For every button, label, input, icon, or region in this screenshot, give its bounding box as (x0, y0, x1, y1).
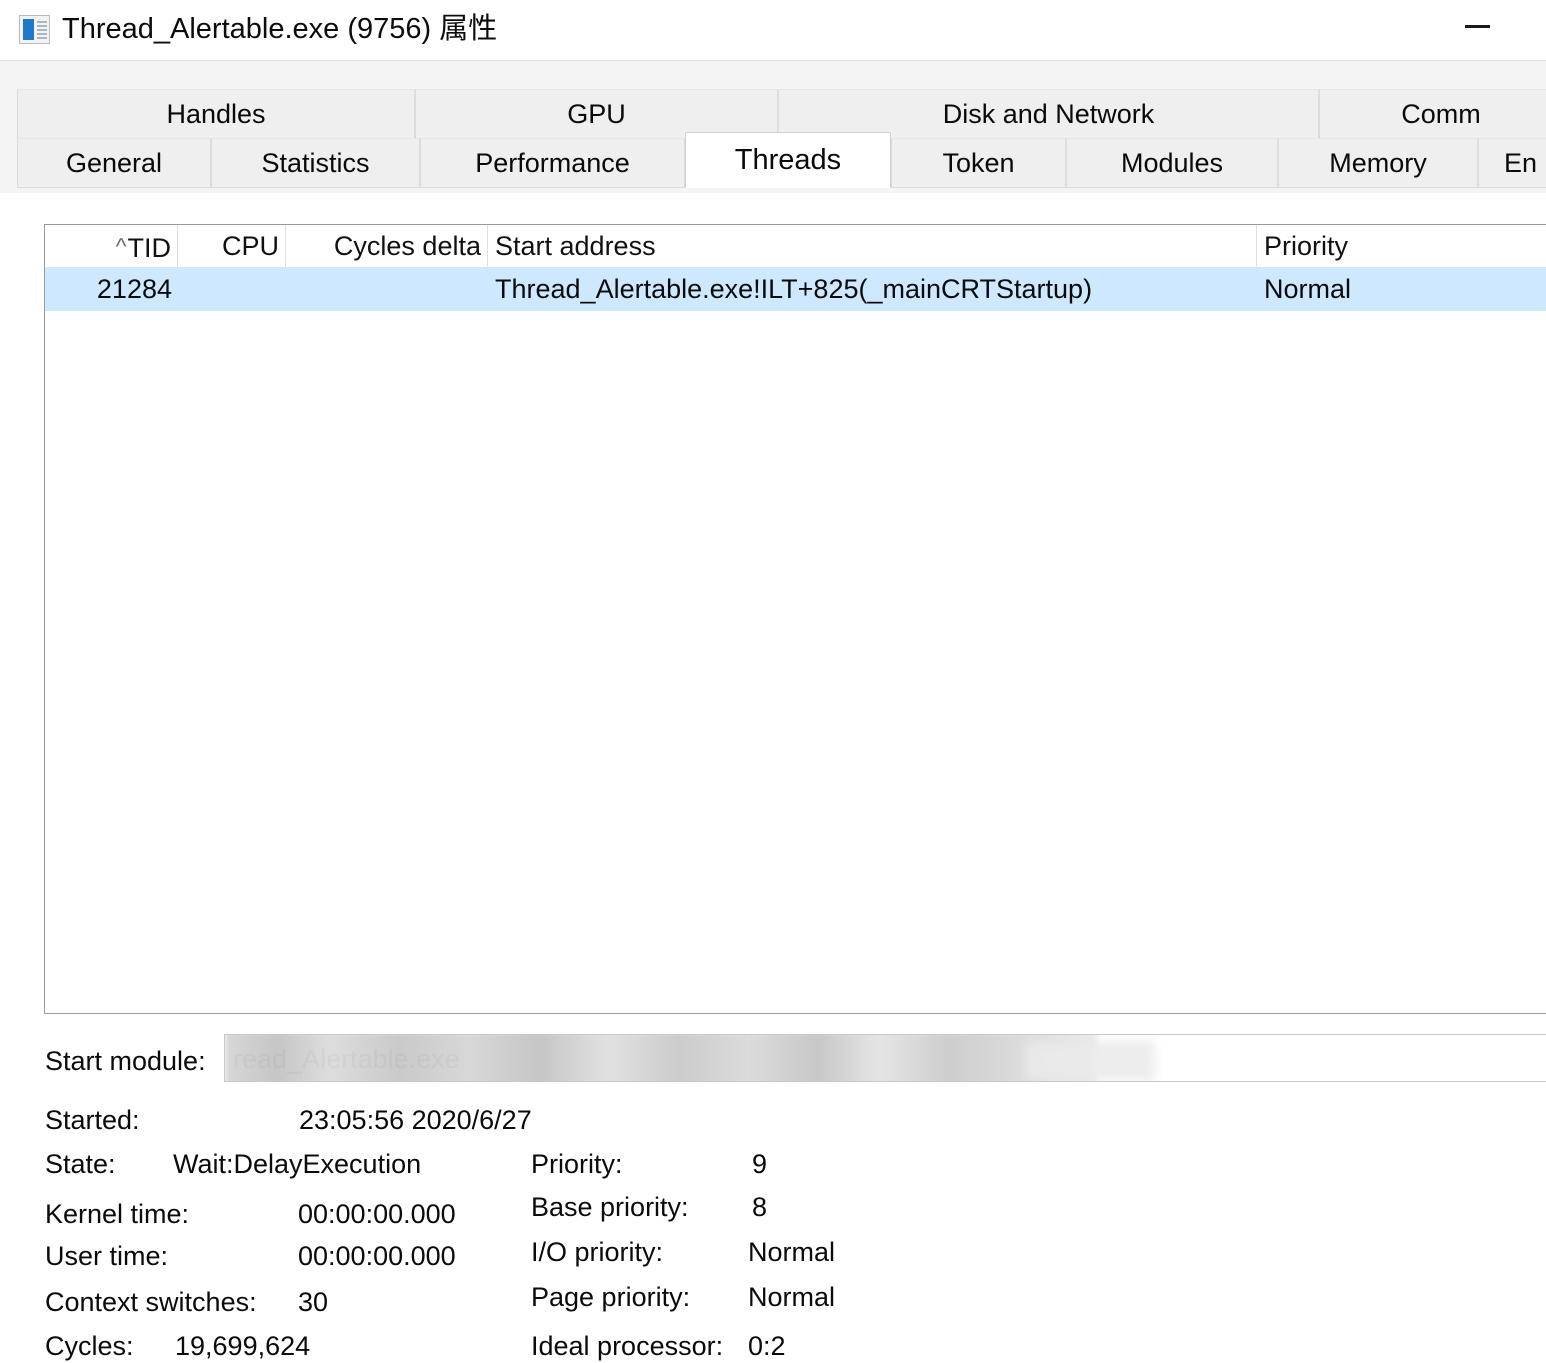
sort-ascending-icon: ^ (115, 233, 127, 259)
thread-list-header: ^TID CPU Cycles delta Start address Priority (45, 225, 1546, 268)
cell-start-address: Thread_Alertable.exe!ILT+825(_mainCRTSta… (495, 274, 1093, 304)
priority-value: 9 (752, 1149, 768, 1179)
tab-label: GPU (567, 98, 626, 129)
cell-tid: 21284 (96, 274, 172, 304)
tab-memory[interactable]: Memory (1278, 138, 1478, 188)
tab-label: Modules (1120, 147, 1224, 178)
cell-cpu (178, 267, 286, 311)
tab-label: Memory (1329, 147, 1427, 178)
tab-token[interactable]: Token (891, 138, 1066, 188)
tab-performance[interactable]: Performance (420, 138, 685, 188)
title-bar: Thread_Alertable.exe (9756) 属性 (0, 0, 1546, 60)
column-header-cpu[interactable]: CPU (178, 225, 286, 267)
icon-line (37, 37, 47, 39)
column-header-label: Start address (495, 231, 656, 261)
tab-en[interactable]: En (1478, 138, 1546, 188)
icon-line (37, 21, 47, 23)
io-priority-value: Normal (748, 1237, 836, 1267)
ideal-processor-value: 0:2 (748, 1331, 786, 1361)
column-header-priority[interactable]: Priority (1257, 225, 1546, 267)
minimize-icon (1465, 25, 1490, 28)
user-time-value: 00:00:00.000 (298, 1241, 456, 1271)
cell-priority: Normal (1264, 274, 1352, 304)
kernel-time-value: 00:00:00.000 (298, 1199, 456, 1229)
cycles-value: 19,699,624 (175, 1331, 311, 1361)
user-time-label: User time: (45, 1241, 169, 1271)
column-header-start-address[interactable]: Start address (488, 225, 1257, 267)
tab-handles[interactable]: Handles (17, 89, 415, 139)
tab-label: En (1503, 147, 1538, 178)
minimize-button[interactable] (1437, 0, 1527, 52)
tab-label: Performance (475, 147, 630, 178)
tab-label: Comm (1401, 98, 1481, 129)
context-switches-label: Context switches: (45, 1287, 257, 1317)
column-header-cycles-delta[interactable]: Cycles delta (286, 225, 488, 267)
column-header-label: Cycles delta (333, 231, 481, 261)
state-label: State: (45, 1149, 116, 1179)
base-priority-label: Base priority: (531, 1192, 689, 1222)
base-priority-value: 8 (752, 1192, 768, 1222)
tab-label: Statistics (261, 147, 370, 178)
table-row[interactable]: 21284 Thread_Alertable.exe!ILT+825(_mainC… (45, 267, 1546, 311)
tab-statistics[interactable]: Statistics (211, 138, 420, 188)
io-priority-label: I/O priority: (531, 1237, 664, 1267)
icon-line (37, 33, 47, 35)
state-value: Wait:DelayExecution (173, 1149, 422, 1179)
icon-blue-panel (23, 19, 34, 40)
start-module-value: read_Alertable.exe (233, 1044, 460, 1074)
column-header-label: TID (127, 233, 172, 263)
tab-label: Token (942, 147, 1015, 178)
tab-label: Handles (166, 98, 266, 129)
process-properties-icon (19, 15, 50, 44)
tab-label: General (65, 147, 163, 178)
tab-threads[interactable]: Threads (685, 132, 891, 188)
context-switches-value: 30 (298, 1287, 329, 1317)
page-priority-label: Page priority: (531, 1282, 691, 1312)
column-header-tid[interactable]: ^TID (45, 225, 178, 267)
priority-label: Priority: (531, 1149, 623, 1179)
tab-label: Disk and Network (942, 98, 1155, 129)
icon-line (37, 25, 47, 27)
column-header-label: CPU (221, 231, 279, 261)
column-header-label: Priority (1264, 231, 1349, 261)
start-module-label: Start module: (45, 1046, 206, 1076)
started-label: Started: (45, 1105, 140, 1135)
tab-comm[interactable]: Comm (1319, 89, 1546, 139)
cycles-label: Cycles: (45, 1331, 134, 1361)
tab-strip: Handles GPU Disk and Network Comm General St… (0, 60, 1546, 193)
cell-cycles-delta (286, 267, 488, 311)
start-module-field[interactable]: read_Alertable.exe (224, 1034, 1546, 1082)
thread-list-view[interactable]: ^TID CPU Cycles delta Start address Priority… (44, 224, 1546, 1014)
icon-line (37, 29, 47, 31)
ideal-processor-label: Ideal processor: (531, 1331, 724, 1361)
tab-label: Threads (734, 143, 842, 176)
redaction-overlay-secondary (1025, 1041, 1155, 1081)
started-value: 23:05:56 2020/6/27 (299, 1105, 532, 1135)
page-priority-value: Normal (748, 1282, 836, 1312)
tab-general[interactable]: General (17, 138, 211, 188)
window-title: Thread_Alertable.exe (9756) 属性 (62, 13, 498, 45)
tab-modules[interactable]: Modules (1066, 138, 1278, 188)
kernel-time-label: Kernel time: (45, 1199, 190, 1229)
